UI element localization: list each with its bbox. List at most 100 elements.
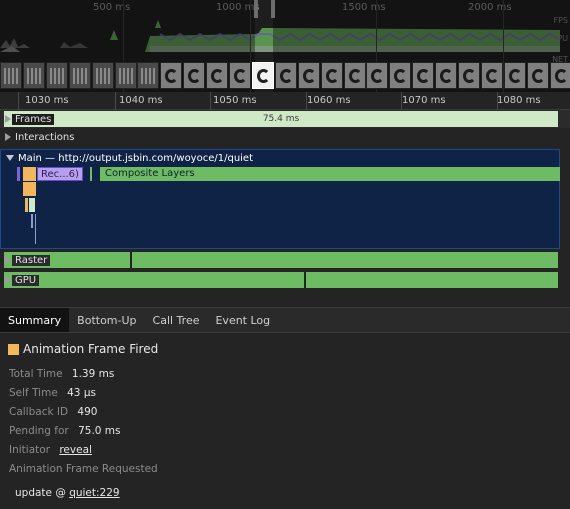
filmstrip-thumbnail[interactable] [504,62,526,89]
filmstrip-thumbnail[interactable] [183,62,205,89]
filmstrip-thumbnail[interactable] [550,62,570,89]
callback-id-value: 490 [77,406,98,418]
filmstrip-thumbnail[interactable] [481,62,503,89]
gpu-label: GPU [12,274,40,286]
ruler-tick: 1050 ms [213,95,257,106]
flame-event[interactable] [17,167,20,181]
collapse-triangle-icon[interactable] [6,155,14,161]
stack-trace-row: update @ quiet:229 [15,487,120,499]
requested-row: Animation Frame Requested [9,463,164,475]
thumbnail-image [4,68,19,84]
composite-layers-event[interactable]: Composite Layers [100,167,560,181]
thumbnail-image [141,68,156,84]
thumbnail-image [27,68,42,84]
filmstrip-thumbnail[interactable] [321,62,343,89]
filmstrip-thumbnail[interactable] [23,62,45,89]
tab-summary[interactable]: Summary [0,308,70,332]
flame-event[interactable] [31,214,33,228]
filmstrip-thumbnail[interactable] [92,62,114,89]
thumbnail-image [555,69,568,83]
selection-handle-left[interactable] [254,0,258,18]
thumbnail-image [532,69,545,83]
pending-value: 75.0 ms [78,425,121,437]
source-link[interactable]: quiet:229 [69,487,119,499]
filmstrip-thumbnail[interactable] [69,62,91,89]
category-swatch [8,343,19,355]
pending-row: Pending for 75.0 ms [9,425,121,437]
timeline-overview[interactable]: 500 ms 1000 ms 1500 ms 2000 ms FPS CPU N… [0,0,570,94]
filmstrip-thumbnail[interactable] [435,62,457,89]
filmstrip-thumbnail[interactable] [458,62,480,89]
tab-bottom-up[interactable]: Bottom-Up [69,308,144,332]
callback-id-label: Callback ID [9,406,69,418]
filmstrip-thumbnail[interactable] [344,62,366,89]
self-time-value: 43 µs [67,387,96,399]
filmstrip-thumbnail[interactable] [160,62,182,89]
thumbnail-image [440,69,453,83]
self-time-label: Self Time [9,387,58,399]
ruler-tick: 1060 ms [307,95,351,106]
filmstrip-thumbnail[interactable] [206,62,228,89]
filmstrip-thumbnail[interactable] [412,62,434,89]
thumbnail-image [119,68,134,84]
selection-handle-right[interactable] [271,0,275,18]
thumbnail-image [394,69,407,83]
filmstrip-thumbnail[interactable] [0,62,22,89]
filmstrip-thumbnail[interactable] [46,62,68,89]
recalculate-style-event[interactable]: Rec...6) [37,167,83,181]
filmstrip-thumbnail[interactable] [389,62,411,89]
main-thread-track[interactable]: Main — http://output.jsbin.com/woyoce/1/… [0,149,560,249]
summary-title: Animation Frame Fired [8,342,158,356]
thumbnail-image [73,68,88,84]
raster-task[interactable] [132,252,558,268]
gpu-task[interactable] [306,272,558,288]
filmstrip-thumbnail[interactable] [366,62,388,89]
ruler-tick: 1080 ms [497,95,541,106]
thumbnail-image [96,68,111,84]
ruler-tick: 1040 ms [119,95,163,106]
expand-triangle-icon[interactable] [5,256,11,264]
filmstrip-thumbnail[interactable] [229,62,251,89]
raster-label: Raster [12,254,51,266]
flame-event[interactable] [25,198,28,212]
thumbnail-image [463,69,476,83]
pending-label: Pending for [9,425,69,437]
screenshot-filmstrip[interactable] [0,62,570,90]
flame-event[interactable] [35,214,36,244]
flame-event[interactable] [90,167,92,181]
initiator-row: Initiator reveal [9,444,92,456]
total-time-value: 1.39 ms [71,368,115,380]
total-time-label: Total Time [9,368,63,380]
flame-event[interactable] [23,182,36,196]
filmstrip-thumbnail[interactable] [275,62,297,89]
frames-track[interactable]: 75.4 ms Frames [0,110,570,128]
reveal-link[interactable]: reveal [59,444,92,456]
thumbnail-image [280,69,293,83]
expand-triangle-icon[interactable] [5,115,11,123]
self-time-row: Self Time 43 µs [9,387,96,399]
thumbnail-image [50,68,65,84]
tab-event-log[interactable]: Event Log [207,308,278,332]
filmstrip-thumbnail[interactable] [137,62,159,89]
time-ruler: 1030 ms 1040 ms 1050 ms 1060 ms 1070 ms … [0,92,570,110]
thumbnail-image [486,69,499,83]
filmstrip-thumbnail[interactable] [115,62,137,89]
interactions-track[interactable]: Interactions [0,128,570,146]
raster-track[interactable]: Raster [0,251,570,269]
tab-call-tree[interactable]: Call Tree [145,308,208,332]
filmstrip-thumbnail[interactable] [252,62,274,89]
frames-label: Frames [12,113,55,125]
thumbnail-image [371,69,384,83]
filmstrip-thumbnail[interactable] [527,62,549,89]
thumbnail-image [211,69,224,83]
gpu-track[interactable]: GPU [0,271,570,289]
expand-triangle-icon[interactable] [5,276,11,284]
gpu-task[interactable] [4,272,304,288]
filmstrip-thumbnail[interactable] [298,62,320,89]
frame-bar[interactable]: 75.4 ms [4,111,558,127]
expand-triangle-icon[interactable] [5,133,11,141]
thumbnail-image [165,69,178,83]
flame-event[interactable] [29,198,35,212]
summary-panel: Animation Frame Fired Total Time 1.39 ms… [0,333,570,509]
animation-frame-fired-event[interactable] [23,167,36,181]
